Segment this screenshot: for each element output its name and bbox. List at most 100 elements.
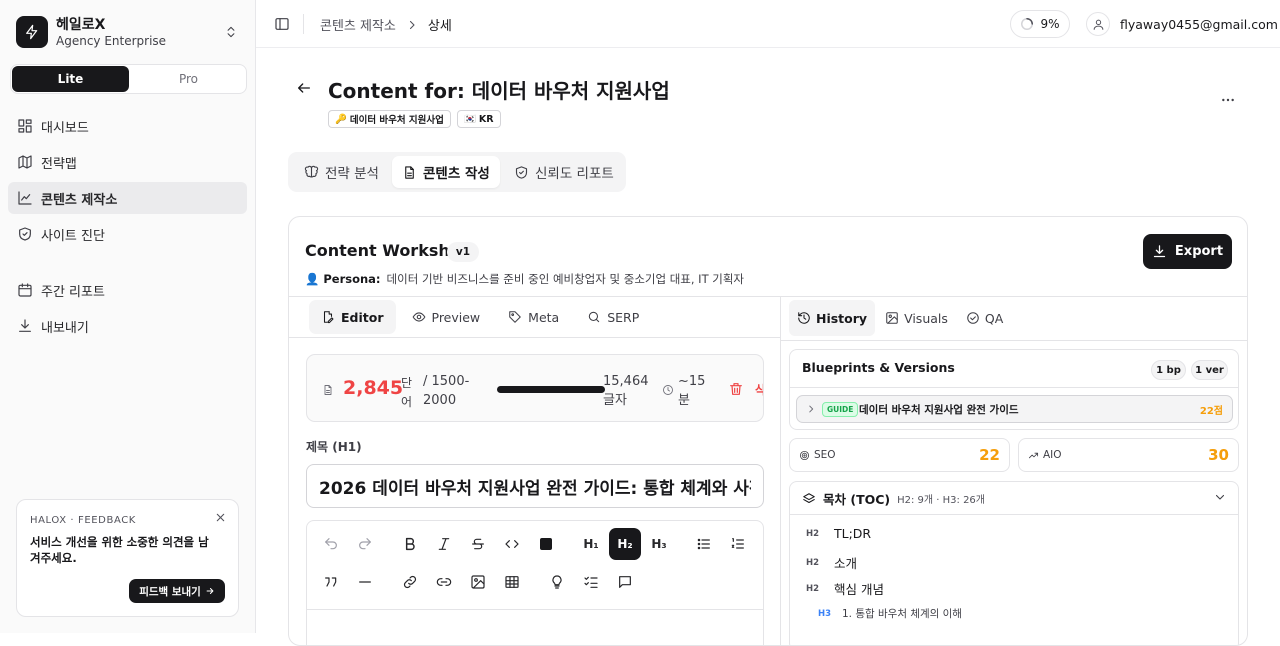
lightbulb-icon[interactable] <box>541 566 573 598</box>
color-swatch-icon[interactable] <box>530 528 562 560</box>
loading-spinner-icon <box>1021 18 1034 30</box>
blueprint-item[interactable]: GUIDE 데이터 바우처 지원사업 완전 가이드 22점 <box>796 395 1233 423</box>
internal-link-icon[interactable] <box>428 566 460 598</box>
editor-body[interactable] <box>306 610 764 645</box>
back-arrow-icon[interactable] <box>296 80 312 96</box>
feedback-title: HALOX · FEEDBACK <box>30 515 136 526</box>
ver-count-badge: 1 ver <box>1191 360 1228 380</box>
h1-title-input[interactable] <box>306 464 764 508</box>
tab-label: Meta <box>528 309 560 325</box>
breadcrumb-content-studio[interactable]: 콘텐츠 제작소 <box>320 15 396 34</box>
workspace-switcher[interactable]: 헤일로X Agency Enterprise <box>16 16 248 50</box>
undo-icon[interactable] <box>315 528 347 560</box>
content-workshop-card: Content Workshop v1 👤 Persona: 데이터 기반 비즈니… <box>288 216 1248 646</box>
toc-item[interactable]: H2 핵심 개념 <box>806 579 884 598</box>
sidebar-toggle-icon[interactable] <box>274 16 290 32</box>
tab-preview[interactable]: Preview <box>400 300 493 334</box>
progress-badge[interactable]: 9% <box>1010 10 1070 38</box>
strikethrough-icon[interactable] <box>462 528 494 560</box>
export-button[interactable]: Export <box>1143 234 1232 269</box>
seo-score-card: SEO 22 <box>789 438 1010 472</box>
ordered-list-icon[interactable] <box>722 528 754 560</box>
sidebar-item-export[interactable]: 내보내기 <box>8 310 247 342</box>
link-icon[interactable] <box>394 566 426 598</box>
aio-value: 30 <box>1208 446 1229 464</box>
progress-value: 9% <box>1040 17 1060 31</box>
heading-3-icon[interactable]: H₃ <box>643 528 675 560</box>
persona-icon: 👤 <box>305 272 320 286</box>
flag-icon: 🇰🇷 <box>464 113 476 125</box>
target-icon <box>799 450 810 460</box>
shield-icon <box>19 227 31 241</box>
heading-2-icon[interactable]: H₂ <box>609 528 641 560</box>
tab-editor[interactable]: Editor <box>309 300 396 334</box>
chevron-down-icon[interactable] <box>1214 491 1226 503</box>
heading-1-icon[interactable]: H₁ <box>575 528 607 560</box>
tab-visuals[interactable]: Visuals <box>877 300 956 336</box>
trash-icon[interactable] <box>728 381 744 397</box>
layers-icon <box>803 492 815 503</box>
tab-trust-report[interactable]: 신뢰도 리포트 <box>504 156 624 188</box>
bullet-list-icon[interactable] <box>688 528 720 560</box>
table-icon[interactable] <box>496 566 528 598</box>
tab-content-writing[interactable]: 콘텐츠 작성 <box>392 156 500 188</box>
brand-name: 헤일로X <box>56 17 106 33</box>
h1-label: 제목 (H1) <box>306 440 362 454</box>
tab-label: History <box>816 310 868 326</box>
bold-icon[interactable] <box>394 528 426 560</box>
divider <box>781 340 1247 341</box>
send-feedback-button[interactable]: 피드백 보내기 <box>129 579 225 603</box>
tab-strategy-analysis[interactable]: 전략 분석 <box>294 156 389 188</box>
checklist-icon[interactable] <box>575 566 607 598</box>
image-icon <box>886 312 898 324</box>
tab-label: Editor <box>341 309 384 325</box>
toc-text: 1. 통합 바우처 체계의 이해 <box>842 608 962 620</box>
keyword-tag: 🔑 데이터 바우처 지원사업 <box>328 110 451 128</box>
blueprints-title: Blueprints & Versions <box>802 360 955 375</box>
image-icon[interactable] <box>462 566 494 598</box>
toc-level: H2 <box>806 528 820 539</box>
tab-history[interactable]: History <box>789 300 876 336</box>
seo-label: SEO <box>814 449 836 461</box>
horizontal-rule-icon[interactable] <box>349 566 381 598</box>
blockquote-icon[interactable] <box>315 566 347 598</box>
check-circle-icon <box>967 312 979 324</box>
toc-item[interactable]: H3 1. 통합 바우처 체계의 이해 <box>818 606 962 621</box>
sidebar-item-dashboard[interactable]: 대시보드 <box>8 110 247 142</box>
close-icon[interactable] <box>215 512 226 523</box>
arrow-right-icon <box>206 588 214 594</box>
tab-qa[interactable]: QA <box>958 300 1011 336</box>
divider <box>303 14 304 34</box>
send-feedback-label: 피드백 보내기 <box>139 585 201 598</box>
sidebar-item-strategy-map[interactable]: 전략맵 <box>8 146 247 178</box>
sidebar-item-weekly-report[interactable]: 주간 리포트 <box>8 274 247 306</box>
toc-item[interactable]: H2 소개 <box>806 553 857 572</box>
country-tag: 🇰🇷 KR <box>457 110 501 128</box>
toc-header[interactable]: 목차 (TOC) H2: 9개 · H3: 26개 <box>802 489 985 508</box>
sidebar-item-site-audit[interactable]: 사이트 진단 <box>8 218 247 250</box>
toc-item[interactable]: H2 TL;DR <box>806 526 871 541</box>
more-options-icon[interactable] <box>1218 92 1238 108</box>
italic-icon[interactable] <box>428 528 460 560</box>
sidebar-item-label: 콘텐츠 제작소 <box>41 192 118 208</box>
tab-meta[interactable]: Meta <box>496 300 571 334</box>
sidebar-item-label: 주간 리포트 <box>41 284 105 300</box>
mode-lite-button[interactable]: Lite <box>12 66 129 92</box>
feedback-message: 서비스 개선을 위한 소중한 의견을 남겨주세요. <box>30 535 209 565</box>
code-icon[interactable] <box>496 528 528 560</box>
editor-tabs: Editor Preview Meta SERP <box>309 300 651 334</box>
tab-serp[interactable]: SERP <box>575 300 651 334</box>
key-icon: 🔑 <box>335 113 347 125</box>
aio-score-card: AIO 30 <box>1018 438 1239 472</box>
tag-icon <box>509 311 521 323</box>
mode-pro-button[interactable]: Pro <box>131 66 246 92</box>
sidebar-item-content-studio[interactable]: 콘텐츠 제작소 <box>8 182 247 214</box>
tab-label: Preview <box>431 309 481 325</box>
delete-button[interactable]: 삭제 <box>755 381 763 398</box>
user-menu[interactable]: flyaway0455@gmail.com <box>1086 12 1278 36</box>
toc-text: 핵심 개념 <box>834 582 884 597</box>
comment-icon[interactable] <box>609 566 641 598</box>
side-panel-tabs: History Visuals QA <box>789 300 1011 336</box>
file-edit-icon <box>323 311 334 324</box>
redo-icon[interactable] <box>349 528 381 560</box>
